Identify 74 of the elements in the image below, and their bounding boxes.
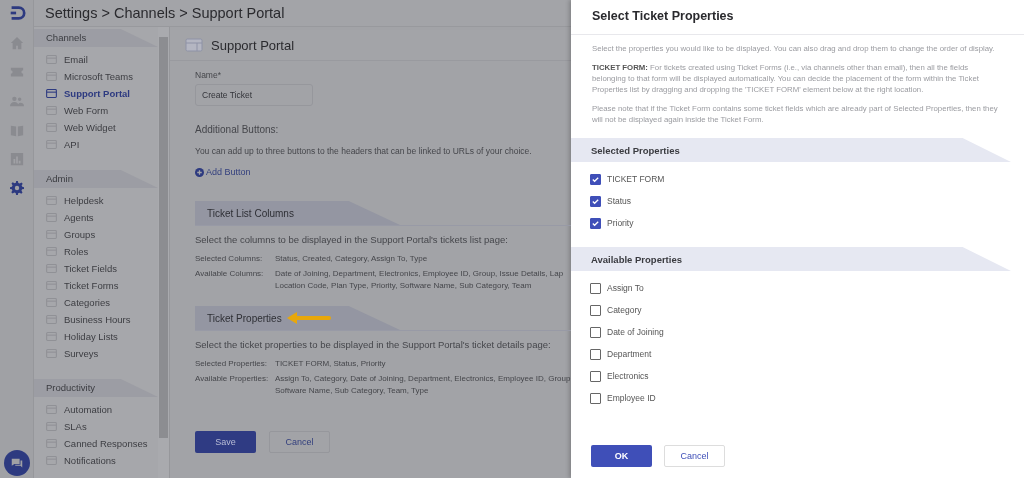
chat-button[interactable] [3, 450, 30, 476]
window-icon [185, 38, 203, 52]
checkbox[interactable] [590, 392, 601, 404]
sidebar-item[interactable]: Ticket Forms [34, 277, 158, 294]
checkbox-label: Employee ID [607, 393, 656, 403]
section-header: Ticket List Columns [195, 201, 400, 225]
checkbox-label: Date of Joining [607, 327, 664, 337]
name-field[interactable]: Create Ticket [195, 84, 313, 106]
sidebar-item[interactable]: Canned Responses [34, 435, 158, 452]
checkbox-label: Assign To [607, 283, 644, 293]
subheading: Additional Buttons: [195, 124, 280, 135]
checkbox[interactable] [590, 173, 601, 185]
sidebar-item[interactable]: API [34, 136, 158, 153]
sidebar-item[interactable]: Surveys [34, 345, 158, 362]
checkbox[interactable] [590, 370, 601, 382]
settings-icon[interactable] [9, 181, 24, 195]
checkbox[interactable] [590, 217, 601, 229]
description: Select the ticket properties to be displayed in the Support Portal's ticket details page: [195, 339, 552, 350]
section-header: Productivity [34, 379, 158, 397]
row-value: Status, Created, Category, Assign To, Type [275, 253, 429, 265]
arrow-icon [285, 311, 331, 325]
checkbox-label: Status [607, 196, 632, 206]
checkbox[interactable] [590, 195, 601, 207]
section-header: Available Properties [571, 247, 1011, 271]
save-button[interactable]: Save [195, 431, 256, 453]
sidebar-item[interactable]: Agents [34, 209, 158, 226]
row-label: Selected Properties: [195, 358, 269, 370]
sidebar-item[interactable]: Helpdesk [34, 192, 158, 209]
window-icon [46, 89, 57, 98]
sidebar-item[interactable]: Roles [34, 243, 158, 260]
checkbox-label: Category [607, 305, 642, 315]
row-label: Selected Columns: [195, 253, 264, 265]
sidebar-item[interactable]: Ticket Fields [34, 260, 158, 277]
description: Select the columns to be displayed in the Support Portal's tickets list page: [195, 234, 509, 245]
plus-icon [195, 167, 204, 177]
row-label: Available Properties: [195, 373, 270, 385]
row-value: TICKET FORM, Status, Priority [275, 358, 387, 370]
sidebar-item[interactable]: Microsoft Teams [34, 68, 158, 85]
page-title: Support Portal [211, 37, 295, 53]
sidebar-item[interactable]: Business Hours [34, 311, 158, 328]
sidebar-item[interactable]: Notifications [34, 452, 158, 469]
cancel-button[interactable]: Cancel [664, 445, 725, 467]
checkbox[interactable] [590, 282, 601, 294]
row-value: Date of Joining, Department, Electronics, Employee ID, Group, Issue Details, Lap Location Code, Plan Type, Priority, Software Name, Sub Category, Team [275, 268, 565, 292]
checkbox[interactable] [590, 304, 601, 316]
section-header: Channels [34, 29, 158, 47]
checkbox[interactable] [590, 326, 601, 338]
checkbox-label: Department [607, 349, 652, 359]
field-label: Name* [195, 70, 222, 80]
checkbox-label: Priority [607, 218, 634, 228]
add-button[interactable]: Add Button [195, 167, 571, 177]
sidebar-item[interactable]: Categories [34, 294, 158, 311]
sidebar-item[interactable]: Automation [34, 401, 158, 418]
sidebar-item[interactable]: Email [34, 51, 158, 68]
section-header: Ticket Properties [195, 306, 400, 330]
description: You can add up to three buttons to the headers that can be linked to URLs of your choice. [195, 146, 533, 156]
chat-icon [9, 456, 24, 470]
sidebar-item[interactable]: SLAs [34, 418, 158, 435]
cancel-button[interactable]: Cancel [269, 431, 330, 453]
sidebar-item[interactable]: Web Widget [34, 119, 158, 136]
checkbox-label: TICKET FORM [607, 174, 665, 184]
ok-button[interactable]: OK [591, 445, 652, 467]
sidebar-item[interactable]: Holiday Lists [34, 328, 158, 345]
section-header: Admin [34, 170, 158, 188]
sidebar-item[interactable]: Groups [34, 226, 158, 243]
row-value: Assign To, Category, Date of Joining, Department, Electronics, Employee ID, Group Software Name, Sub Category, Team, Type [275, 373, 571, 397]
row-label: Available Columns: [195, 268, 265, 280]
section-header: Selected Properties [571, 138, 1011, 162]
checkbox-label: Electronics [607, 371, 649, 381]
checkbox[interactable] [590, 348, 601, 360]
breadcrumb: Settings > Channels > Support Portal [45, 5, 285, 21]
sidebar-item[interactable]: Web Form [34, 102, 158, 119]
sidebar-item[interactable]: Support Portal [34, 85, 158, 102]
drawer-title: Select Ticket Properties [571, 0, 1024, 35]
